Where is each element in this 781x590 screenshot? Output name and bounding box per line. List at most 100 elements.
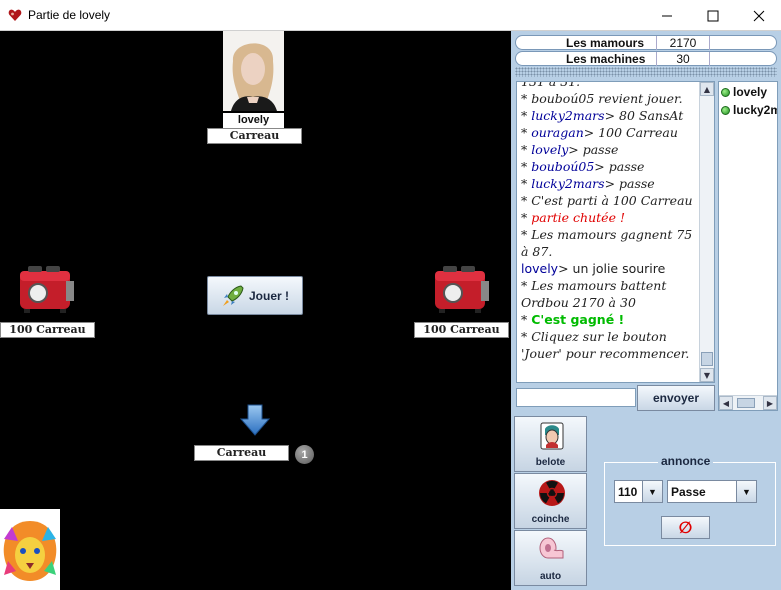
controls-area: belote coinche auto annonce 110 ▼ Passe … <box>511 415 781 590</box>
chat-line-part: * <box>521 176 532 191</box>
close-button[interactable] <box>736 0 781 31</box>
chat-line-part: > passe <box>568 142 619 157</box>
chat-line-part: * <box>521 142 532 157</box>
chat-line: 131 à 31. <box>521 81 701 90</box>
chat-line-part: bouboú05 <box>531 159 595 174</box>
team-2-score: 30 <box>656 52 710 66</box>
scroll-right-icon[interactable]: ▶ <box>763 396 777 410</box>
chat-line: * lovely> passe <box>521 141 701 158</box>
user-list-item[interactable]: lucky2mars <box>721 102 777 118</box>
chat-line-part: * Les mamours gagnent 75 <box>521 227 693 242</box>
west-toaster-icon <box>20 266 74 313</box>
user-list-item[interactable]: lovely <box>721 84 767 100</box>
score-row-team-2: Les machines 30 <box>515 51 777 66</box>
bid-suit: Passe <box>671 485 706 499</box>
chat-line: lovely> un jolie sourire <box>521 260 701 277</box>
east-toaster-icon <box>435 266 489 313</box>
chat-line: * Les mamours battent <box>521 277 701 294</box>
user-list[interactable]: lovely lucky2mars ◀ ▶ <box>718 81 778 411</box>
west-player-bid: 100 Carreau <box>0 322 95 338</box>
chat-line: * Cliquez sur le bouton <box>521 328 701 345</box>
minimize-icon <box>662 15 672 16</box>
window-title: Partie de lovely <box>28 8 111 22</box>
panel-splitter[interactable] <box>515 67 777 77</box>
chat-line: * C'est gagné ! <box>521 311 701 328</box>
chat-line-part: 'Jouer' pour recommencer. <box>521 346 690 361</box>
coinche-label: coinche <box>531 514 570 525</box>
maximize-button[interactable] <box>690 0 736 31</box>
chat-line-part: partie chutée ! <box>531 210 625 225</box>
coinche-button[interactable]: coinche <box>514 473 587 529</box>
chat-line-part: > 100 Carreau <box>583 125 678 140</box>
score-row-team-1: Les mamours 2170 <box>515 35 777 50</box>
team-1-name: Les mamours <box>566 36 645 50</box>
team-2-name: Les machines <box>566 52 646 66</box>
chat-line-part: 131 à 31. <box>521 81 581 89</box>
user-list-hscrollbar[interactable]: ◀ ▶ <box>719 395 777 410</box>
north-player-avatar <box>223 31 284 111</box>
chevron-down-icon[interactable]: ▼ <box>736 481 756 502</box>
chat-line-part: lovely <box>521 261 559 276</box>
chat-log[interactable]: 131 à 31. * bouboú05 revient jouer. * luck… <box>516 81 715 383</box>
chat-line-part: C'est gagné ! <box>531 312 625 327</box>
chat-line-part: à 87. <box>521 244 553 259</box>
chat-line-part: > passe <box>594 159 645 174</box>
online-status-icon <box>721 87 730 97</box>
radiation-icon <box>539 480 565 506</box>
side-panel: Les mamours 2170 Les machines 30 131 à 3… <box>511 31 781 590</box>
chat-scrollbar[interactable]: ▲ ▼ <box>699 82 714 382</box>
bid-value-select[interactable]: 110 ▼ <box>614 480 663 503</box>
auto-label: auto <box>539 571 562 582</box>
chat-line-part: * Les mamours battent <box>521 278 667 293</box>
chat-line: 'Jouer' pour recommencer. <box>521 345 701 362</box>
chat-line-part: > passe <box>604 176 655 191</box>
cancel-bid-button[interactable]: ∅ <box>661 516 710 539</box>
play-button-label: Jouer ! <box>248 288 289 303</box>
chat-input[interactable] <box>516 388 636 407</box>
chat-line: * lucky2mars> passe <box>521 175 701 192</box>
chat-line-part: * <box>521 210 532 225</box>
belote-face-icon <box>540 422 564 450</box>
online-status-icon <box>721 105 730 115</box>
send-button[interactable]: envoyer <box>637 385 715 411</box>
belote-button[interactable]: belote <box>514 416 587 472</box>
belote-label: belote <box>535 457 566 468</box>
game-table: lovely Carreau 100 Carreau 100 Carreau J… <box>0 31 511 590</box>
annonce-title: annonce <box>658 454 714 468</box>
team-1-score: 2170 <box>656 36 710 50</box>
auto-button[interactable]: auto <box>514 530 587 586</box>
south-player-bid: Carreau <box>194 445 289 461</box>
chat-line: * bouboú05 revient jouer. <box>521 90 701 107</box>
user-name: lucky2mars <box>733 103 777 117</box>
chat-line-part: * <box>521 125 532 140</box>
chat-line-part: lucky2mars <box>531 176 605 191</box>
bid-value: 110 <box>618 485 638 499</box>
chat-line: * partie chutée ! <box>521 209 701 226</box>
game-window: Partie de lovely lovely Carreau 100 Carr… <box>0 0 781 590</box>
chevron-down-icon[interactable]: ▼ <box>642 481 662 502</box>
chat-line-part: ouragan <box>531 125 584 140</box>
scroll-up-icon[interactable]: ▲ <box>700 82 714 96</box>
north-player-name: lovely <box>223 113 284 128</box>
close-icon <box>753 10 765 21</box>
user-list-hscroll-thumb[interactable] <box>737 398 755 408</box>
chat-line-part: > 80 SansAt <box>604 108 684 123</box>
turn-arrow-icon <box>239 404 271 436</box>
turn-count-badge: 1 <box>295 445 314 464</box>
chat-line-part: * Cliquez sur le bouton <box>521 329 667 344</box>
chat-line: * Les mamours gagnent 75 <box>521 226 701 243</box>
minimize-button[interactable] <box>644 0 690 31</box>
chat-line: * ouragan> 100 Carreau <box>521 124 701 141</box>
play-button[interactable]: Jouer ! <box>207 276 303 315</box>
title-bar: Partie de lovely <box>0 0 781 31</box>
chat-scroll-thumb[interactable] <box>701 352 713 366</box>
bid-suit-select[interactable]: Passe ▼ <box>667 480 757 503</box>
scroll-down-icon[interactable]: ▼ <box>700 368 714 382</box>
chat-line: à 87. <box>521 243 701 260</box>
chat-line: * bouboú05> passe <box>521 158 701 175</box>
scroll-left-icon[interactable]: ◀ <box>719 396 733 410</box>
south-player-avatar <box>0 509 60 590</box>
chat-line-part: * C'est parti à 100 Carreau <box>521 193 693 208</box>
chat-line: * C'est parti à 100 Carreau <box>521 192 701 209</box>
chat-line: Ordbou 2170 à 30 <box>521 294 701 311</box>
